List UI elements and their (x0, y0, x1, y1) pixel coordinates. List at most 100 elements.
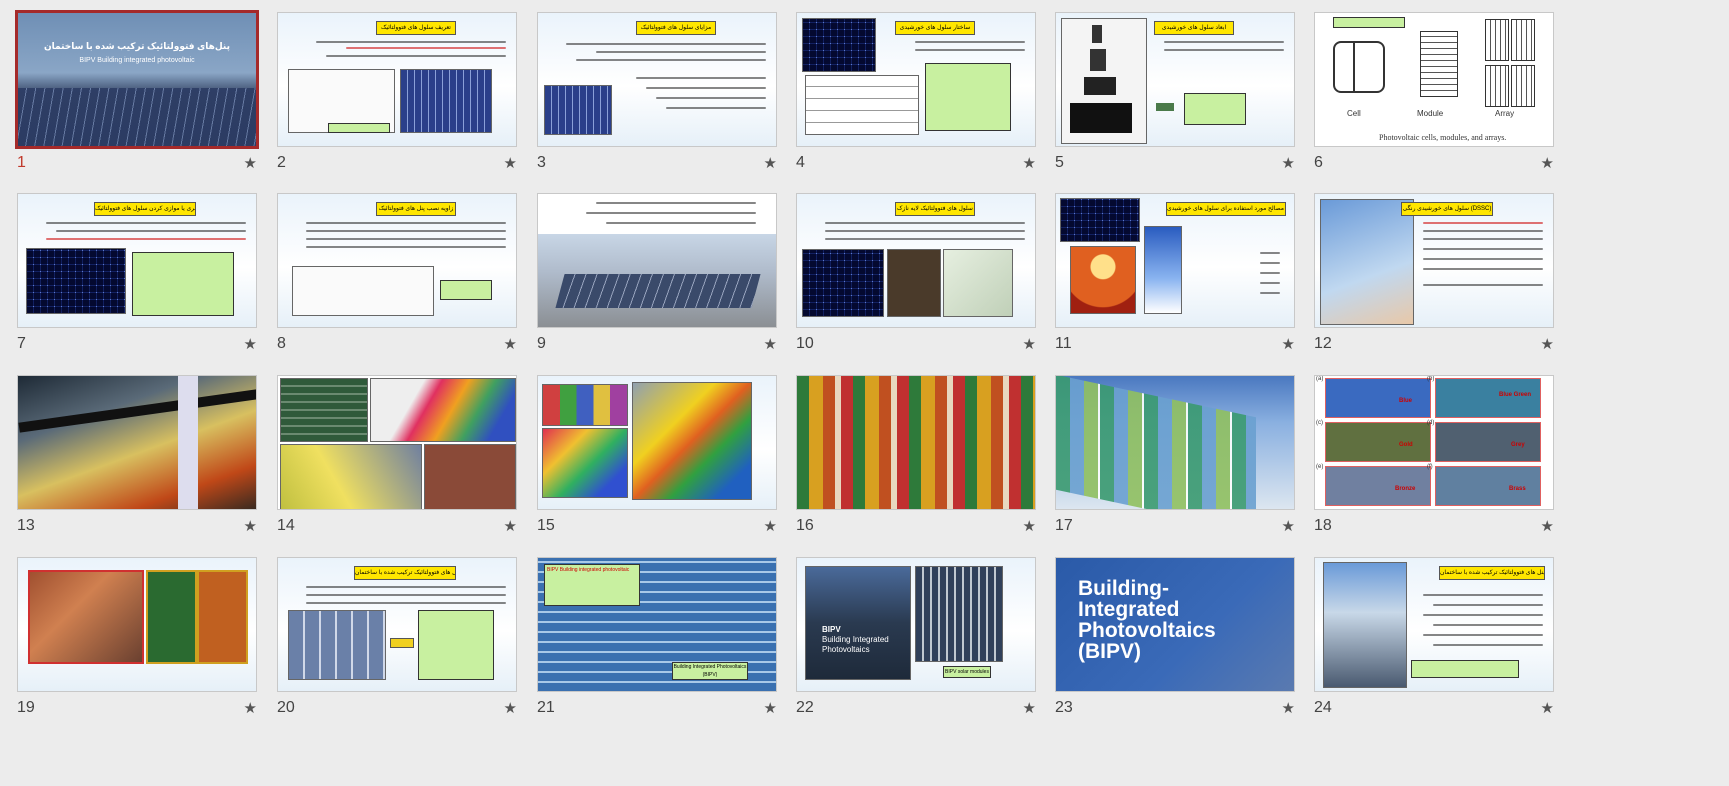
slide-caption: Photovoltaic cells, modules, and arrays. (1379, 133, 1507, 142)
star-icon[interactable]: ★ (504, 154, 517, 172)
star-icon[interactable]: ★ (1023, 154, 1036, 172)
star-icon[interactable]: ★ (764, 335, 777, 353)
slide-thumbnail-14[interactable] (277, 375, 517, 510)
slide-number: 21 (537, 699, 555, 716)
slide-title: مزایای سلول های فتوولتائیک (636, 21, 716, 35)
star-icon[interactable]: ★ (504, 335, 517, 353)
sign-line-1: BIPV (822, 625, 841, 634)
color-label-blue-green: Blue Green (1499, 392, 1532, 398)
slide-number: 19 (17, 699, 35, 716)
slide-number: 6 (1314, 154, 1323, 171)
slide-cell: پنل‌های فتوولتائیک ترکیب شده با ساختمان … (15, 10, 259, 182)
slide-thumbnail-17[interactable] (1055, 375, 1295, 510)
slide-title: پنل‌های فتوولتائیک ترکیب شده با ساختمان (44, 41, 230, 51)
label-cell: Cell (1347, 109, 1361, 118)
color-label-blue: Blue (1399, 398, 1413, 404)
slide-cell: سری یا موازی کردن سلول های فتوولتائیک 7 … (17, 193, 257, 363)
slide-thumbnail-7[interactable]: سری یا موازی کردن سلول های فتوولتائیک (17, 193, 257, 328)
slide-thumbnail-21[interactable]: BIPV Building integrated photovoltaic Bu… (537, 557, 777, 692)
star-icon[interactable]: ★ (244, 154, 257, 172)
star-icon[interactable]: ★ (1541, 699, 1554, 717)
caption-tag: BIPV solar modules (943, 666, 991, 678)
slide-number: 3 (537, 154, 546, 171)
slide-cell: مزایای پنل های فتوولتائیک ترکیب شده با س… (1314, 557, 1554, 727)
slide-cell: 17 ★ (1055, 375, 1295, 545)
slide-thumbnail-12[interactable]: سلول های خورشیدی رنگی (DSSC) (1314, 193, 1554, 328)
slide-thumbnail-5[interactable]: ابعاد سلول های خورشیدی (1055, 12, 1295, 147)
slide-cell: 19 ★ (17, 557, 257, 727)
slide-title: ساختار سلول های خورشیدی (895, 21, 975, 35)
slide-number: 10 (796, 335, 814, 352)
star-icon[interactable]: ★ (764, 517, 777, 535)
slide-number: 23 (1055, 699, 1073, 716)
slide-cell: ساختار سلول های خورشیدی 4 ★ (796, 12, 1036, 182)
slide-cell: زاویه نصب پنل های فتوولتائیک 8 ★ (277, 193, 517, 363)
slide-title: مزایای پنل های فتوولتائیک ترکیب شده با س… (1439, 566, 1545, 580)
slide-number: 2 (277, 154, 286, 171)
slide-thumbnail-11[interactable]: انواع مصالح مورد استفاده برای سلول های خ… (1055, 193, 1295, 328)
tag-a: (a) (1316, 376, 1324, 382)
star-icon[interactable]: ★ (764, 699, 777, 717)
slide-thumbnail-4[interactable]: ساختار سلول های خورشیدی (796, 12, 1036, 147)
slide-thumbnail-15[interactable] (537, 375, 777, 510)
slide-thumbnail-9[interactable] (537, 193, 777, 328)
star-icon[interactable]: ★ (504, 517, 517, 535)
slide-thumbnail-8[interactable]: زاویه نصب پنل های فتوولتائیک (277, 193, 517, 328)
star-icon[interactable]: ★ (1023, 517, 1036, 535)
slide-number: 9 (537, 335, 546, 352)
sign-line-3: Photovoltaics (822, 645, 870, 654)
slide-title: زاویه نصب پنل های فتوولتائیک (376, 202, 456, 216)
color-label-bronze: Bronze (1395, 486, 1416, 492)
slide-thumbnail-3[interactable]: مزایای سلول های فتوولتائیک (537, 12, 777, 147)
slide-number: 11 (1055, 335, 1072, 352)
color-label-gold: Gold (1399, 442, 1413, 448)
slide-thumbnail-23[interactable]: Building- Integrated Photovoltaics (BIPV… (1055, 557, 1295, 692)
star-icon[interactable]: ★ (1023, 335, 1036, 353)
star-icon[interactable]: ★ (244, 699, 257, 717)
slide-thumbnail-24[interactable]: مزایای پنل های فتوولتائیک ترکیب شده با س… (1314, 557, 1554, 692)
slide-title: سلول های خورشیدی رنگی (DSSC) (1401, 202, 1493, 216)
star-icon[interactable]: ★ (764, 154, 777, 172)
star-icon[interactable]: ★ (244, 517, 257, 535)
slide-cell: انواع مصالح مورد استفاده برای سلول های خ… (1055, 193, 1295, 363)
slide-thumbnail-18[interactable]: (a) (b) (c) (d) (e) (f) Blue Blue Green … (1314, 375, 1554, 510)
slide-thumbnail-10[interactable]: سلول های فتوولتائیک لایه نازک (796, 193, 1036, 328)
tag-f: (f) (1427, 464, 1433, 470)
slide-thumbnail-2[interactable]: تعریف سلول های فتوولتائیک (277, 12, 517, 147)
star-icon[interactable]: ★ (504, 699, 517, 717)
tag-e: (e) (1316, 464, 1324, 470)
star-icon[interactable]: ★ (1541, 335, 1554, 353)
label-module: Module (1417, 109, 1444, 118)
star-icon[interactable]: ★ (1282, 699, 1295, 717)
slide-title: سلول های فتوولتائیک لایه نازک (895, 202, 975, 216)
slide-cell: ابعاد سلول های خورشیدی 5 ★ (1055, 12, 1295, 182)
slide-number: 24 (1314, 699, 1332, 716)
slide-title: ابعاد سلول های خورشیدی (1154, 21, 1234, 35)
slide-number: 17 (1055, 517, 1073, 534)
slide-thumbnail-6[interactable]: Cell Module Array Photovoltaic cells, mo… (1314, 12, 1554, 147)
star-icon[interactable]: ★ (1282, 517, 1295, 535)
star-icon[interactable]: ★ (1541, 154, 1554, 172)
star-icon[interactable]: ★ (1282, 154, 1295, 172)
slide-thumbnail-19[interactable] (17, 557, 257, 692)
slide-thumbnail-13[interactable] (17, 375, 257, 510)
slide-number: 13 (17, 517, 35, 534)
slide-thumbnail-22[interactable]: BIPV Building Integrated Photovoltaics B… (796, 557, 1036, 692)
slide-number: 20 (277, 699, 295, 716)
slide-thumbnail-1[interactable]: پنل‌های فتوولتائیک ترکیب شده با ساختمان … (15, 10, 259, 149)
slide-cell: (a) (b) (c) (d) (e) (f) Blue Blue Green … (1314, 375, 1554, 545)
star-icon[interactable]: ★ (1023, 699, 1036, 717)
slide-thumbnail-16[interactable] (796, 375, 1036, 510)
slide-title: تعریف سلول های فتوولتائیک (376, 21, 456, 35)
slide-cell: سلول های خورشیدی رنگی (DSSC) 12 ★ (1314, 193, 1554, 363)
star-icon[interactable]: ★ (1541, 517, 1554, 535)
slide-cell: مزایای سلول های فتوولتائیک 3 ★ (537, 12, 777, 182)
slide-cell: BIPV Building integrated photovoltaic Bu… (537, 557, 777, 727)
star-icon[interactable]: ★ (244, 335, 257, 353)
slide-number: 1 (17, 154, 26, 171)
tag-b: (b) (1427, 376, 1435, 382)
star-icon[interactable]: ★ (1282, 335, 1295, 353)
tag-d: (d) (1427, 420, 1435, 426)
slide-thumbnail-20[interactable]: پنل های فتوولتائیک ترکیب شده با ساختمان (277, 557, 517, 692)
slide-number: 18 (1314, 517, 1332, 534)
